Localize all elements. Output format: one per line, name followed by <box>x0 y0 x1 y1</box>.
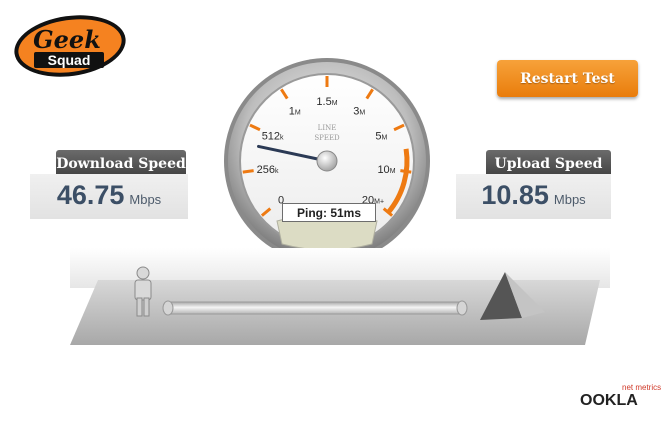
download-speed-panel: 46.75 Mbps <box>30 174 188 219</box>
gauge-tick <box>242 169 254 174</box>
upload-speed-unit: Mbps <box>553 192 586 207</box>
speedometer-gauge: 0 256k 512k 1M 1.5M 3M 5M 10M 20M+ LINE SPEED <box>222 56 432 266</box>
upload-speed-panel: 10.85 Mbps <box>456 174 611 219</box>
brand-large-text: OOKLA <box>580 392 638 409</box>
logo-line2: Squad <box>48 52 91 68</box>
connection-tube <box>164 301 466 315</box>
needle-hub <box>316 150 338 172</box>
gauge-tick <box>400 169 412 174</box>
connection-scene <box>40 240 640 360</box>
gauge-brand-line2: SPEED <box>314 134 340 142</box>
upload-speed-value: 10.85 <box>481 180 549 210</box>
ookla-brand-logo: net metrics OOKLA <box>580 380 670 410</box>
ping-readout: Ping: 51ms <box>282 203 376 222</box>
logo-line1: Geek <box>33 25 101 54</box>
download-speed-value: 46.75 <box>56 180 125 210</box>
geek-squad-logo: Geek Squad <box>12 14 130 78</box>
restart-test-button[interactable]: Restart Test <box>497 60 638 97</box>
download-speed-unit: Mbps <box>129 192 162 207</box>
brand-small-text: net metrics <box>622 383 661 392</box>
gauge-brand-line1: LINE <box>318 124 337 132</box>
